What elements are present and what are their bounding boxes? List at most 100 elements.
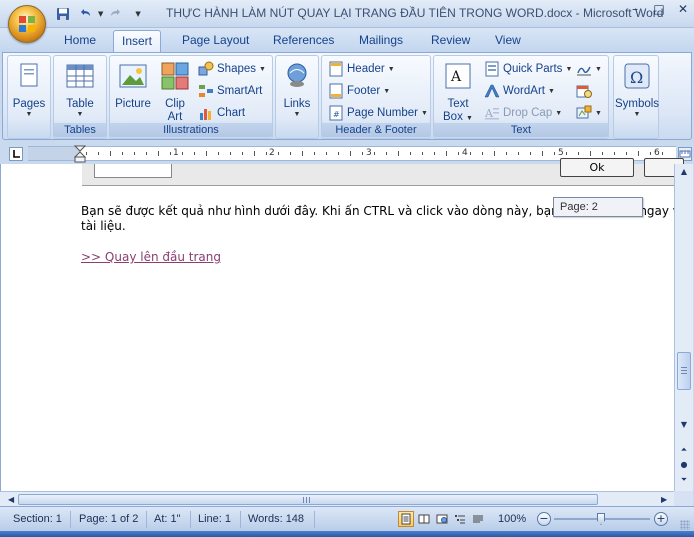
scroll-right-icon[interactable]: ▶ (661, 495, 667, 504)
wordart-dropdown-icon: ▼ (547, 87, 555, 95)
print-layout-view-icon[interactable] (398, 511, 414, 527)
symbols-dropdown-icon: ▼ (633, 111, 641, 118)
view-buttons (398, 511, 486, 527)
clip-art-button[interactable]: Clip Art (156, 60, 194, 124)
horizontal-scrollbar[interactable]: ◀ ▶ (0, 491, 674, 506)
footer-button[interactable]: Footer ▼ (328, 82, 390, 100)
links-icon (287, 63, 307, 87)
ruler-tick (146, 152, 147, 155)
links-button[interactable]: Links ▼ (280, 60, 314, 119)
shapes-button[interactable]: Shapes ▼ (198, 60, 266, 78)
status-section[interactable]: Section: 1 (13, 513, 62, 525)
horizontal-scroll-thumb[interactable] (18, 494, 598, 505)
vertical-scrollbar[interactable]: ▲ ▼ ⏶ ● ⏷ (674, 164, 693, 491)
scroll-down-icon[interactable]: ▼ (678, 419, 690, 431)
ruler-tick (554, 152, 555, 155)
zoom-in-button[interactable]: + (654, 512, 668, 526)
tab-references[interactable]: References (265, 30, 342, 52)
ruler-number: 2 (269, 148, 275, 158)
chart-button[interactable]: Chart (198, 104, 245, 122)
page-tooltip: Page: 2 (553, 197, 643, 217)
smartart-button[interactable]: SmartArt (198, 82, 262, 100)
select-browse-object-icon[interactable]: ● (678, 459, 690, 471)
back-to-top-link[interactable]: >> Quay lên đầu trang (81, 250, 221, 264)
customize-qat-icon[interactable]: ▼ (135, 10, 140, 18)
close-button[interactable]: ✕ (676, 2, 690, 16)
redo-icon[interactable] (107, 5, 125, 23)
text-box-button[interactable]: A Text Box ▼ (438, 60, 478, 124)
symbols-button[interactable]: Ω Symbols ▼ (614, 60, 660, 119)
next-page-icon[interactable]: ⏷ (678, 474, 690, 486)
ribbon-tabs: Home Insert Page Layout References Maili… (0, 28, 694, 52)
draft-view-icon[interactable] (470, 511, 486, 527)
text-box-dropdown-icon: ▼ (466, 115, 473, 122)
ruler-tick (194, 152, 195, 155)
tab-selector[interactable] (9, 147, 23, 161)
header-button[interactable]: Header ▼ (328, 60, 395, 78)
insert-object-button[interactable]: ▼ (576, 104, 602, 122)
picture-button[interactable]: Picture (113, 60, 153, 111)
status-page[interactable]: Page: 1 of 2 (79, 513, 138, 525)
undo-dropdown-icon[interactable]: ▼ (98, 10, 103, 18)
table-label: Table (66, 98, 94, 110)
status-at[interactable]: At: 1" (154, 513, 181, 525)
document-paragraph-line-2[interactable]: tài liệu. (81, 219, 126, 233)
header-label: Header (347, 63, 385, 75)
embedded-field (94, 164, 172, 178)
smartart-icon (199, 85, 213, 97)
status-line[interactable]: Line: 1 (198, 513, 231, 525)
tab-view[interactable]: View (487, 30, 529, 52)
tab-home[interactable]: Home (56, 30, 104, 52)
resize-grip-icon[interactable] (680, 520, 690, 530)
ruler-tick (590, 151, 591, 156)
full-screen-reading-view-icon[interactable] (416, 511, 432, 527)
drop-cap-dropdown-icon: ▼ (555, 109, 563, 117)
tab-page-layout[interactable]: Page Layout (174, 30, 257, 52)
web-layout-view-icon[interactable] (434, 511, 450, 527)
quick-parts-dropdown-icon: ▼ (565, 65, 573, 73)
ruler-tick (626, 152, 627, 155)
drop-cap-button: A Drop Cap ▼ (484, 104, 562, 122)
wordart-button[interactable]: WordArt ▼ (484, 82, 555, 100)
pages-button[interactable]: Pages ▼ (12, 60, 46, 119)
ruler-number: 3 (366, 148, 372, 158)
save-icon[interactable] (54, 5, 72, 23)
maximize-button[interactable]: □ (652, 2, 666, 16)
ruler-tick (218, 152, 219, 155)
svg-text:A: A (450, 69, 462, 85)
office-button[interactable] (8, 5, 46, 43)
page-number-icon: # (329, 105, 343, 121)
signature-line-button[interactable]: ▼ (576, 60, 602, 78)
date-time-button[interactable] (576, 82, 592, 100)
indent-marker-icon[interactable] (74, 145, 86, 163)
tab-insert[interactable]: Insert (113, 30, 162, 52)
quick-parts-button[interactable]: Quick Parts ▼ (484, 60, 572, 78)
undo-icon[interactable] (76, 5, 94, 23)
table-button[interactable]: Table ▼ (60, 60, 100, 119)
outline-view-icon[interactable] (452, 511, 468, 527)
zoom-slider-thumb[interactable] (597, 513, 605, 525)
minimize-button[interactable]: – (628, 2, 642, 16)
ruler-tick (578, 152, 579, 155)
vertical-scroll-thumb[interactable] (677, 352, 691, 390)
scroll-up-icon[interactable]: ▲ (678, 166, 690, 178)
pages-icon (20, 63, 38, 87)
scroll-left-icon[interactable]: ◀ (8, 495, 14, 504)
status-words[interactable]: Words: 148 (248, 513, 304, 525)
tab-mailings[interactable]: Mailings (351, 30, 411, 52)
group-pages: Pages ▼ (7, 55, 51, 139)
ruler-tick (530, 152, 531, 155)
tab-review[interactable]: Review (423, 30, 478, 52)
quick-parts-label: Quick Parts (503, 63, 563, 75)
footer-label: Footer (347, 85, 381, 97)
zoom-level[interactable]: 100% (498, 513, 526, 525)
window-title: THỰC HÀNH LÀM NÚT QUAY LẠI TRANG ĐẦU TIÊ… (166, 6, 664, 20)
group-label-illustrations: Illustrations (110, 123, 272, 137)
ruler-tick (242, 152, 243, 155)
zoom-out-button[interactable]: − (537, 512, 551, 526)
chart-label: Chart (217, 107, 246, 119)
object-dropdown-icon: ▼ (595, 109, 602, 117)
page-number-button[interactable]: # Page Number ▼ (328, 104, 428, 122)
embedded-ok-button: Ok (560, 158, 634, 177)
previous-page-icon[interactable]: ⏶ (678, 444, 690, 456)
